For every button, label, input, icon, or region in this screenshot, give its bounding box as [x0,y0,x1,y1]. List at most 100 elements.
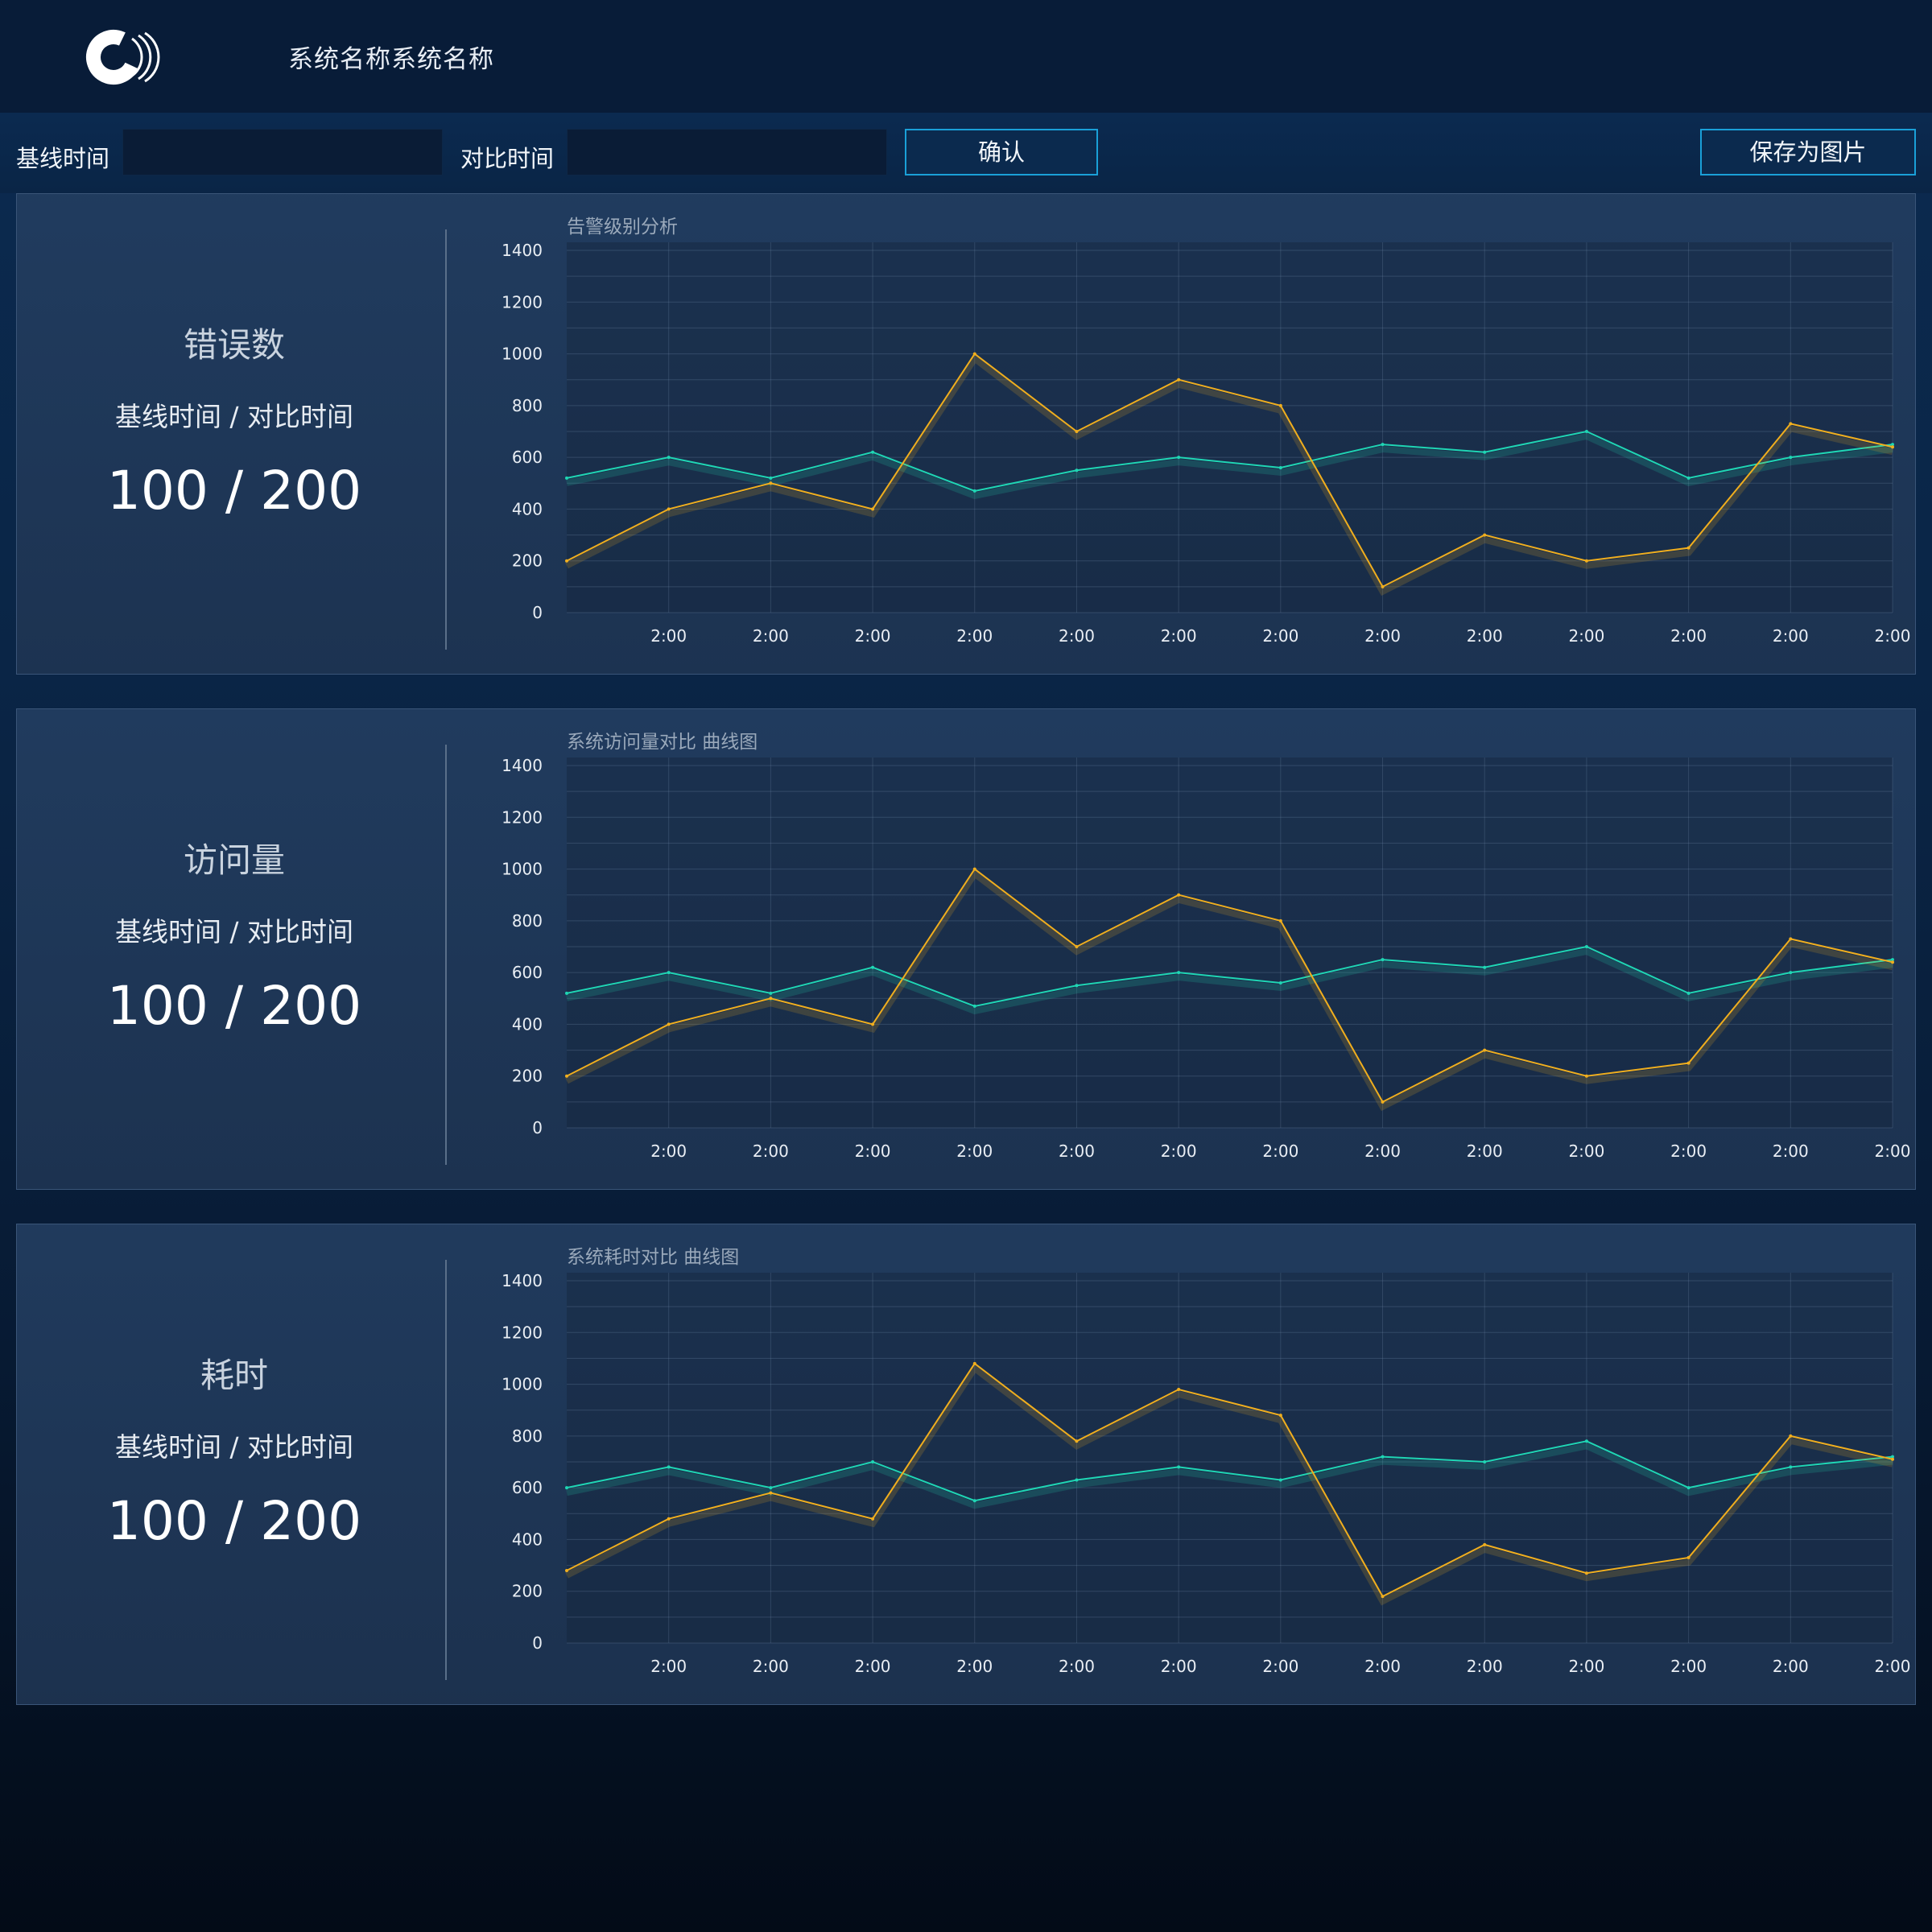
data-point [1278,403,1282,407]
x-tick-label: 2:00 [1364,1657,1401,1676]
y-tick-label: 1400 [502,756,543,775]
data-point [871,1517,875,1521]
data-point [1075,430,1079,433]
y-tick-label: 1400 [502,241,543,260]
data-point [972,1361,976,1365]
data-point [1177,1465,1181,1469]
x-tick-label: 2:00 [1670,1141,1707,1161]
data-point [1381,1100,1385,1104]
data-point [1177,1388,1181,1391]
data-point [972,352,976,356]
plot-area [567,758,1893,1128]
data-point [1584,1571,1588,1575]
x-tick-label: 2:00 [753,1657,789,1676]
data-point [1483,1048,1487,1052]
data-point [769,997,773,1001]
x-tick-label: 2:00 [956,1141,993,1161]
data-point [1686,991,1690,995]
data-point [667,971,671,975]
data-point [1177,971,1181,975]
x-tick-label: 2:00 [1773,1657,1809,1676]
plot-area [567,242,1893,613]
y-tick-label: 400 [512,1014,543,1034]
metric-value: 100 / 200 [106,975,362,1037]
y-tick-label: 1000 [502,1375,543,1394]
metric-panel-duration: 耗时 基线时间 / 对比时间 100 / 200 系统耗时对比 曲线图 0 200 4… [16,1224,1916,1705]
baseline-time-input[interactable] [122,129,443,175]
data-point [769,1486,773,1490]
data-point [1278,981,1282,985]
data-point [1177,456,1181,460]
y-tick-label: 0 [532,1118,543,1137]
confirm-button[interactable]: 确认 [905,129,1098,175]
x-tick-label: 2:00 [1161,1657,1197,1676]
x-tick-label: 2:00 [650,1141,687,1161]
data-point [1789,1465,1793,1469]
data-point [972,489,976,493]
data-point [1891,1457,1894,1461]
x-tick-label: 2:00 [1467,1141,1503,1161]
data-point [1278,1478,1282,1482]
data-point [565,1569,568,1572]
data-point [972,1499,976,1503]
x-tick-label: 2:00 [956,1657,993,1676]
y-tick-label: 1400 [502,1271,543,1290]
data-point [1686,1555,1690,1559]
x-tick-label: 2:00 [1670,1657,1707,1676]
data-point [1177,893,1181,897]
x-tick-label: 2:00 [1875,1141,1911,1161]
metric-name: 访问量 [183,840,285,880]
y-tick-label: 600 [512,448,543,467]
data-point [1381,1455,1385,1459]
data-point [667,507,671,511]
data-point [769,476,773,480]
data-point [1483,1460,1487,1463]
x-tick-label: 2:00 [1467,1657,1503,1676]
x-tick-label: 2:00 [1262,626,1298,646]
metric-summary: 访问量 基线时间 / 对比时间 100 / 200 [17,709,444,1189]
y-tick-label: 200 [512,551,543,571]
data-point [565,1486,568,1490]
data-point [1381,443,1385,447]
panel-divider [445,745,447,1165]
data-point [1789,456,1793,460]
data-point [1483,450,1487,454]
y-tick-label: 1200 [502,292,543,312]
x-tick-label: 2:00 [1364,626,1401,646]
metric-panel-errors: 错误数 基线时间 / 对比时间 100 / 200 告警级别分析 0 200 400 6… [16,193,1916,675]
y-tick-label: 200 [512,1582,543,1601]
data-point [871,507,875,511]
data-point [1891,445,1894,449]
x-tick-label: 2:00 [1568,1657,1604,1676]
metric-name: 错误数 [183,325,285,365]
plot-area [567,1273,1893,1643]
x-tick-label: 2:00 [1364,1141,1401,1161]
data-point [1584,1074,1588,1078]
data-point [769,991,773,995]
data-point [1278,919,1282,923]
save-as-image-button[interactable]: 保存为图片 [1700,129,1916,175]
metric-subtitle: 基线时间 / 对比时间 [114,916,354,947]
y-tick-label: 0 [532,1633,543,1653]
metric-value: 100 / 200 [106,1490,362,1552]
data-point [1686,546,1690,550]
data-point [1584,1439,1588,1443]
x-tick-label: 2:00 [956,626,993,646]
data-point [1278,466,1282,469]
y-tick-label: 1000 [502,860,543,879]
data-point [769,481,773,485]
baseline-time-label: 基线时间 [16,145,110,172]
x-tick-label: 2:00 [1059,1657,1095,1676]
x-tick-label: 2:00 [1161,626,1197,646]
x-tick-label: 2:00 [1059,1141,1095,1161]
data-point [1381,584,1385,588]
compare-time-input[interactable] [567,129,887,175]
data-point [871,1022,875,1026]
data-point [1891,960,1894,964]
y-tick-label: 600 [512,963,543,982]
metric-name: 耗时 [200,1356,268,1395]
metric-value: 100 / 200 [106,460,362,522]
metric-subtitle: 基线时间 / 对比时间 [114,401,354,432]
data-point [565,991,568,995]
data-point [1381,1595,1385,1599]
